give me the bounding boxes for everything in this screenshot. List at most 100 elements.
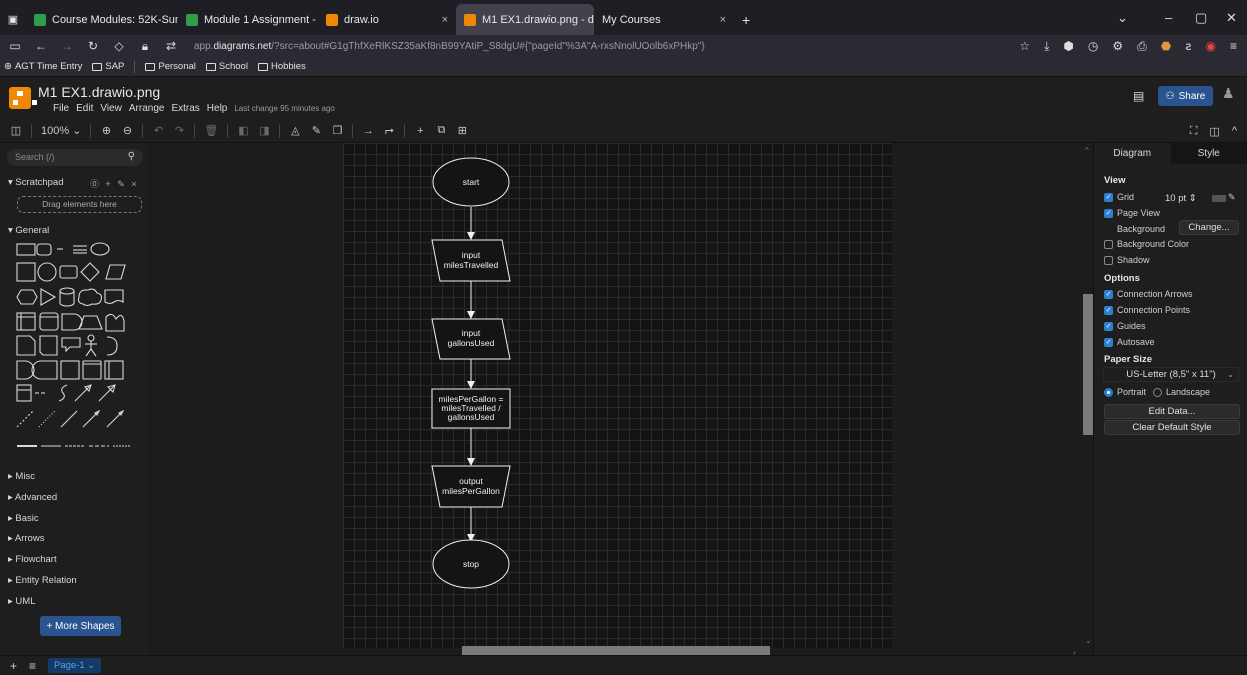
download-icon[interactable]: ⤓ <box>1044 39 1049 54</box>
waypoints-icon[interactable]: ⮣ <box>383 124 395 137</box>
paper-size-select[interactable]: US-Letter (8,5" x 11") ⌄ <box>1103 367 1239 382</box>
add-page-icon[interactable]: + <box>10 659 17 673</box>
browser-tab-course-modules[interactable]: Course Modules: 52K-Summer × <box>26 4 178 35</box>
forward-icon[interactable]: → <box>60 39 74 53</box>
flow-node-start[interactable]: start <box>432 157 510 207</box>
vertical-scroll-thumb[interactable] <box>1083 294 1093 435</box>
back-icon[interactable]: ← <box>34 39 48 53</box>
record-icon[interactable]: ◉ <box>1206 39 1216 53</box>
puzzle-icon[interactable]: ⎙ <box>1137 39 1147 54</box>
undo-icon[interactable]: ↶ <box>152 124 164 137</box>
tab-close-icon[interactable]: × <box>714 14 726 26</box>
general-section[interactable]: ▾ General <box>8 225 49 236</box>
new-tab-button[interactable]: + <box>734 4 758 35</box>
pages-menu-icon[interactable]: ≡ <box>29 659 36 673</box>
flowchart-diagram[interactable]: start input milesTravelled input gallons… <box>343 143 892 648</box>
menu-file[interactable]: File <box>53 103 69 114</box>
edit-data-button[interactable]: Edit Data... <box>1104 404 1240 419</box>
reload-icon[interactable]: ↻ <box>86 39 100 53</box>
change-background-button[interactable]: Change... <box>1179 220 1239 235</box>
fullscreen-icon[interactable]: ⛶ <box>1190 125 1198 138</box>
lock-icon[interactable]: 🔒︎ <box>138 39 152 54</box>
more-shapes-button[interactable]: + More Shapes <box>40 616 121 636</box>
zoom-dropdown[interactable]: 100% ⌄ <box>41 124 81 137</box>
to-front-icon[interactable]: ◧ <box>237 124 249 137</box>
reader-icon[interactable]: ꙅ <box>1185 39 1191 53</box>
maximize-icon[interactable]: ▢ <box>1195 0 1207 35</box>
general-shapes-palette[interactable] <box>13 239 138 455</box>
shape-search-input[interactable]: Search (/) ⚲ <box>7 149 143 166</box>
line-color-icon[interactable]: ✎ <box>310 124 322 137</box>
menu-arrange[interactable]: Arrange <box>129 103 165 114</box>
tab-overflow-icon[interactable]: ⌄ <box>1117 0 1128 35</box>
browser-tab-drawio[interactable]: draw.io × <box>318 4 456 35</box>
sidebar-section-advanced[interactable]: ▸ Advanced <box>8 492 57 503</box>
sidebar-section-arrows[interactable]: ▸ Arrows <box>8 533 44 544</box>
connection-icon[interactable]: → <box>362 125 374 137</box>
grid-size-input[interactable]: 10 pt ⇕ <box>1165 193 1197 204</box>
flow-node-process[interactable]: milesPerGallon = milesTravelled / gallon… <box>431 388 511 429</box>
shadow-icon[interactable]: ❐ <box>331 124 343 137</box>
tab-style[interactable]: Style <box>1170 143 1247 164</box>
menu-view[interactable]: View <box>100 103 122 114</box>
document-title[interactable]: M1 EX1.drawio.png <box>38 84 160 100</box>
sidebar-section-basic[interactable]: ▸ Basic <box>8 513 39 524</box>
history-icon[interactable]: ◷ <box>1088 39 1098 53</box>
autosave-checkbox[interactable]: ✓ Autosave <box>1104 337 1155 347</box>
to-back-icon[interactable]: ◨ <box>258 124 270 137</box>
insert-icon[interactable]: + <box>414 125 426 137</box>
bookmark-folder-hobbies[interactable]: Hobbies <box>257 61 306 72</box>
shield-icon[interactable]: ◇ <box>112 39 126 53</box>
flow-node-output[interactable]: output milesPerGallon <box>431 465 511 508</box>
extension-icon[interactable]: ⬢ <box>1063 39 1073 53</box>
bookmark-folder-personal[interactable]: Personal <box>145 61 196 72</box>
format-panel-toggle-icon[interactable]: ◫ <box>10 124 22 137</box>
background-color-checkbox[interactable]: Background Color <box>1104 239 1189 249</box>
settings-icon[interactable]: ⚙ <box>1112 39 1123 53</box>
horizontal-scroll-thumb[interactable] <box>462 646 770 655</box>
radio-selected-icon[interactable] <box>1104 387 1113 397</box>
minimize-icon[interactable]: – <box>1165 0 1172 35</box>
connection-arrows-checkbox[interactable]: ✓ Connection Arrows <box>1104 289 1193 299</box>
search-icon[interactable]: ⚲ <box>128 151 135 162</box>
comments-icon[interactable]: ▤ <box>1133 89 1144 103</box>
grid-color-swatch[interactable] <box>1212 195 1226 202</box>
browser-tab-m1-ex1[interactable]: M1 EX1.drawio.png - draw.io × <box>456 4 594 35</box>
grid-checkbox[interactable]: ✓ Grid <box>1104 192 1134 202</box>
split-view-icon[interactable]: ◫ <box>1209 125 1219 138</box>
flow-node-input-miles[interactable]: input milesTravelled <box>431 239 511 282</box>
bookmark-folder-school[interactable]: School <box>205 61 248 72</box>
bookmark-star-icon[interactable]: ☆ <box>1019 39 1030 53</box>
delete-icon[interactable]: 🗑︎ <box>204 124 218 137</box>
edit-grid-icon[interactable]: ✎ <box>1228 192 1236 203</box>
menu-help[interactable]: Help <box>207 103 228 114</box>
diagram-page[interactable]: start input milesTravelled input gallons… <box>343 143 892 648</box>
scroll-up-icon[interactable]: ^ <box>1085 146 1089 155</box>
bookmark-folder-sap[interactable]: SAP <box>92 61 124 72</box>
guides-checkbox[interactable]: ✓ Guides <box>1104 321 1146 331</box>
menu-edit[interactable]: Edit <box>76 103 93 114</box>
zoom-in-icon[interactable]: ⊕ <box>100 124 112 137</box>
window-close-icon[interactable]: ✕ <box>1226 0 1237 35</box>
flow-node-input-gallons[interactable]: input gallonsUsed <box>431 318 511 360</box>
tab-diagram[interactable]: Diagram <box>1094 143 1171 164</box>
browser-tab-module1[interactable]: Module 1 Assignment - Installi × <box>178 4 318 35</box>
shapes-icon[interactable]: ⧉ <box>435 124 447 137</box>
user-avatar-icon[interactable]: ♟ <box>1222 85 1238 103</box>
scratchpad-section[interactable]: ▾ Scratchpad <box>8 177 63 188</box>
permissions-icon[interactable]: ⇄ <box>164 39 178 53</box>
addon-icon[interactable]: ⬣ <box>1161 39 1171 53</box>
sidebar-section-uml[interactable]: ▸ UML <box>8 596 35 607</box>
radio-unselected-icon[interactable] <box>1153 387 1163 397</box>
menu-icon[interactable]: ≡ <box>1230 39 1237 53</box>
scratchpad-dropzone[interactable]: Drag elements here <box>17 196 142 213</box>
tab-list-icon[interactable]: ▣ <box>0 4 26 35</box>
scroll-down-icon[interactable]: ⌄ <box>1085 636 1092 645</box>
page-tab[interactable]: Page-1 ⌄ <box>48 658 102 673</box>
collapse-icon[interactable]: ^ <box>1232 125 1237 137</box>
fill-color-icon[interactable]: ◬ <box>289 124 301 137</box>
sidebar-section-flowchart[interactable]: ▸ Flowchart <box>8 554 57 565</box>
browser-tab-my-courses[interactable]: My Courses × <box>594 4 734 35</box>
diagram-canvas[interactable]: start input milesTravelled input gallons… <box>148 143 1093 655</box>
sidebar-section-misc[interactable]: ▸ Misc <box>8 471 35 482</box>
